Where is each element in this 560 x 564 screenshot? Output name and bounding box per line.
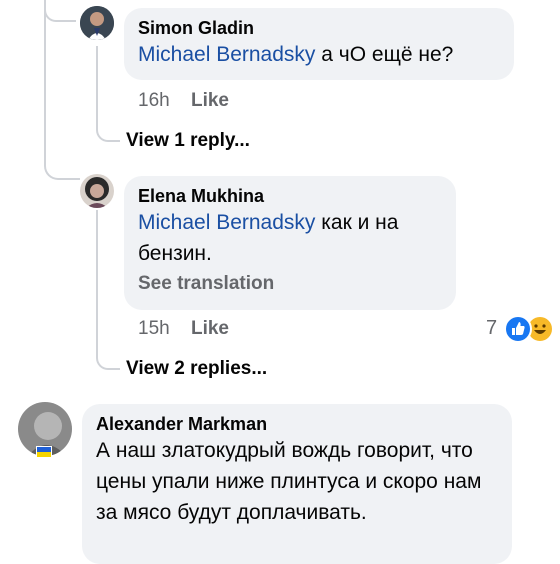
comment-meta: 15h Like	[138, 318, 229, 340]
comment-bubble-alexander-markman: Alexander Markman А наш златокудрый вожд…	[82, 404, 512, 564]
comment-author[interactable]: Alexander Markman	[96, 414, 498, 435]
thread-line-reply-1	[96, 46, 120, 142]
comment-body: а чО ещё не?	[321, 43, 454, 66]
comment-body: А наш златокудрый вождь говорит, что цен…	[96, 439, 482, 524]
timestamp[interactable]: 16h	[138, 90, 170, 111]
like-button[interactable]: Like	[191, 318, 229, 339]
thumbs-up-icon[interactable]	[504, 315, 532, 343]
comment-author[interactable]: Simon Gladin	[138, 18, 500, 39]
comment-bubble-elena-mukhina: Elena Mukhina Michael Bernadsky как и на…	[124, 176, 456, 310]
timestamp[interactable]: 15h	[138, 318, 170, 339]
view-replies-link[interactable]: View 2 replies...	[126, 358, 267, 380]
comment-meta: 16h Like	[138, 90, 229, 112]
mention-link[interactable]: Michael Bernadsky	[138, 43, 315, 66]
comment-text: Michael Bernadsky как и на бензин.	[138, 207, 442, 269]
thread-line-top	[44, 0, 76, 22]
ukraine-flag-icon	[36, 446, 52, 458]
thread-line-main	[44, 0, 80, 180]
comment-text: Michael Bernadsky а чО ещё не?	[138, 39, 500, 70]
view-replies-link[interactable]: View 1 reply...	[126, 130, 250, 152]
like-button[interactable]: Like	[191, 90, 229, 111]
see-translation-link[interactable]: See translation	[138, 273, 442, 295]
comment-bubble-simon-gladin: Simon Gladin Michael Bernadsky а чО ещё …	[124, 8, 514, 80]
thread-line-reply-2	[96, 210, 120, 370]
avatar-elena-mukhina[interactable]	[80, 174, 114, 208]
comment-author[interactable]: Elena Mukhina	[138, 186, 442, 207]
avatar-simon-gladin[interactable]	[80, 6, 114, 40]
reaction-count[interactable]: 7	[486, 317, 497, 340]
mention-link[interactable]: Michael Bernadsky	[138, 211, 315, 234]
